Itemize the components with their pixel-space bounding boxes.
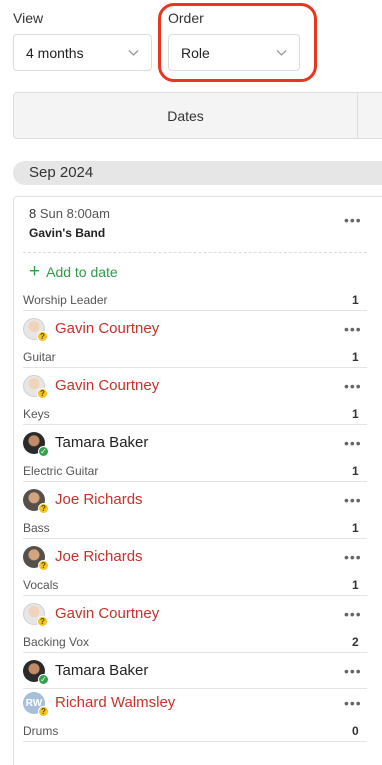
row-divider <box>23 367 367 368</box>
view-label: View <box>13 10 44 26</box>
person-name[interactable]: Tamara Baker <box>55 662 148 679</box>
month-header: Sep 2024 <box>13 161 382 185</box>
more-horizontal-icon[interactable]: ••• <box>344 212 362 228</box>
role-count: 1 <box>352 578 359 592</box>
avatar: ? <box>23 546 49 571</box>
row-divider <box>23 595 367 596</box>
plan-day: 8 <box>29 206 37 221</box>
row-divider <box>23 652 367 653</box>
role-label: Electric Guitar <box>23 464 99 478</box>
role-count: 1 <box>352 407 359 421</box>
divider <box>23 252 367 253</box>
row-divider <box>23 741 367 742</box>
role-count: 0 <box>352 724 359 738</box>
role-label: Drums <box>23 724 59 738</box>
role-count: 1 <box>352 293 359 307</box>
more-horizontal-icon[interactable]: ••• <box>344 663 362 679</box>
avatar: ✓ <box>23 660 49 685</box>
question-badge-icon: ? <box>38 706 49 717</box>
row-divider <box>23 688 367 689</box>
avatar: ✓ <box>23 432 49 457</box>
person-name[interactable]: Joe Richards <box>55 491 143 508</box>
person-name[interactable]: Tamara Baker <box>55 434 148 451</box>
role-label: Vocals <box>23 578 59 592</box>
more-horizontal-icon[interactable]: ••• <box>344 695 362 711</box>
view-select[interactable]: 4 months <box>13 34 152 71</box>
chevron-down-icon <box>128 50 139 56</box>
question-badge-icon: ? <box>37 616 48 627</box>
avatar: RW? <box>23 692 49 717</box>
avatar: ? <box>23 375 48 399</box>
view-tabs: Dates <box>13 92 382 139</box>
person-name[interactable]: Joe Richards <box>55 548 143 565</box>
avatar: ? <box>23 603 48 627</box>
person-name[interactable]: Richard Walmsley <box>55 694 175 711</box>
role-label: Guitar <box>23 350 56 364</box>
more-horizontal-icon[interactable]: ••• <box>344 321 362 337</box>
row-divider <box>23 424 367 425</box>
more-horizontal-icon[interactable]: ••• <box>344 378 362 394</box>
avatar: ? <box>23 318 48 342</box>
add-to-date-button[interactable]: + Add to date <box>29 261 118 282</box>
role-label: Backing Vox <box>23 635 90 649</box>
plan-when: Sun 8:00am <box>39 206 110 221</box>
more-horizontal-icon[interactable]: ••• <box>344 435 362 451</box>
more-horizontal-icon[interactable]: ••• <box>344 549 362 565</box>
plus-icon: + <box>29 261 41 282</box>
question-badge-icon: ? <box>37 331 48 342</box>
row-divider <box>23 481 367 482</box>
question-badge-icon: ? <box>38 560 49 571</box>
view-select-value: 4 months <box>26 44 84 61</box>
role-count: 1 <box>352 464 359 478</box>
person-name[interactable]: Gavin Courtney <box>55 377 159 394</box>
row-divider <box>23 310 367 311</box>
order-highlight-ring <box>158 3 317 82</box>
question-badge-icon: ? <box>37 388 48 399</box>
role-label: Worship Leader <box>23 293 108 307</box>
plan-date: 8 Sun 8:00am <box>29 206 110 221</box>
role-count: 2 <box>352 635 359 649</box>
role-count: 1 <box>352 521 359 535</box>
add-to-date-label: Add to date <box>46 264 118 280</box>
more-horizontal-icon[interactable]: ••• <box>344 606 362 622</box>
role-label: Keys <box>23 407 50 421</box>
role-label: Bass <box>23 521 50 535</box>
check-badge-icon: ✓ <box>38 446 49 457</box>
check-badge-icon: ✓ <box>38 674 49 685</box>
plan-name[interactable]: Gavin's Band <box>29 226 105 240</box>
more-horizontal-icon[interactable]: ••• <box>344 492 362 508</box>
row-divider <box>23 538 367 539</box>
question-badge-icon: ? <box>38 503 49 514</box>
avatar: ? <box>23 489 49 514</box>
person-name[interactable]: Gavin Courtney <box>55 605 159 622</box>
role-count: 1 <box>352 350 359 364</box>
tab-dates[interactable]: Dates <box>14 93 358 138</box>
person-name[interactable]: Gavin Courtney <box>55 320 159 337</box>
